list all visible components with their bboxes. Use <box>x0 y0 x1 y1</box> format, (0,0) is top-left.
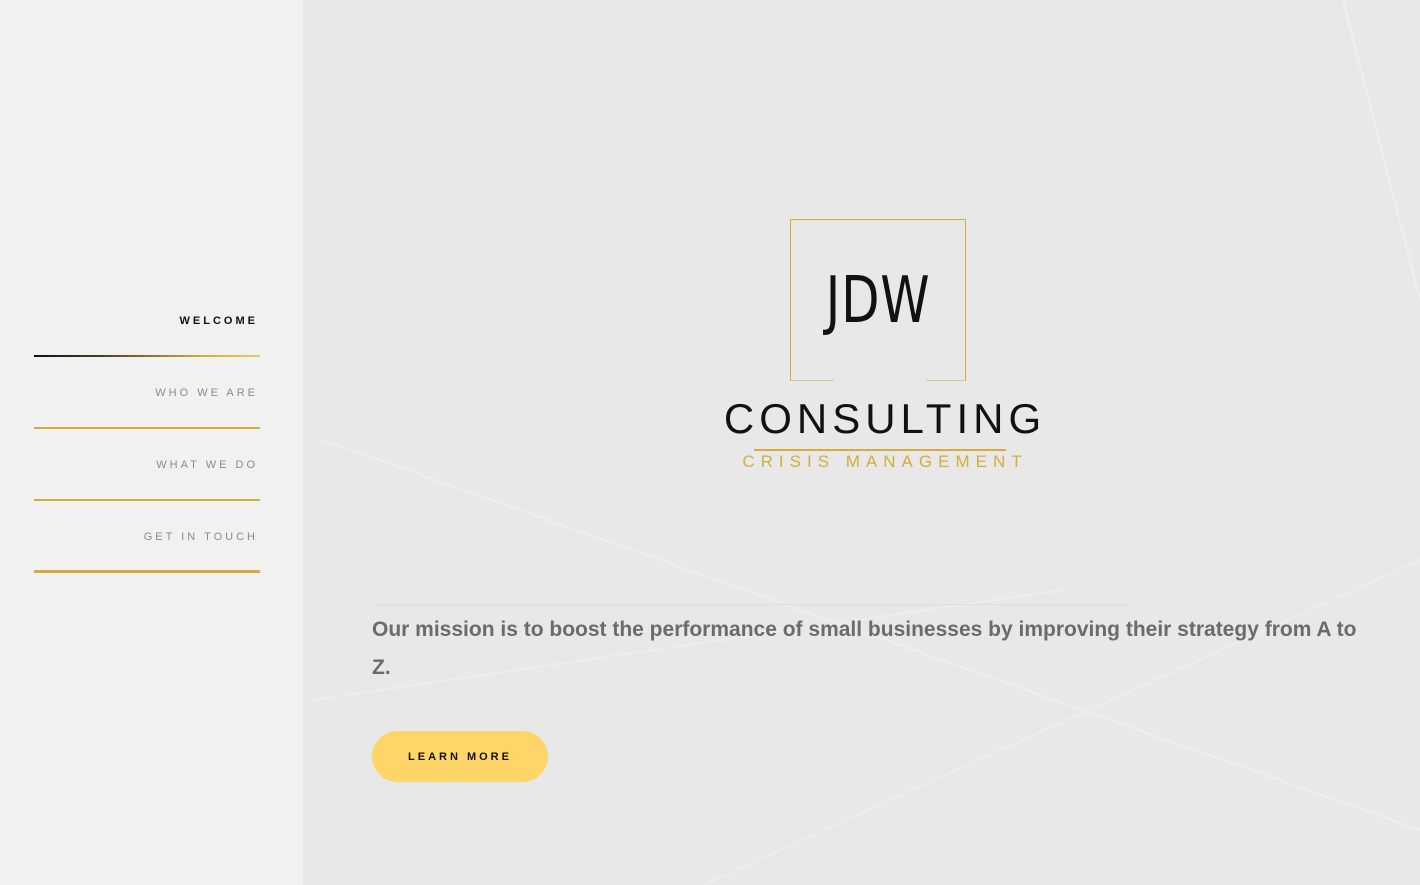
logo-tagline: CRISIS MANAGEMENT <box>742 452 1028 471</box>
sidebar-item-label: WELCOME <box>179 315 258 327</box>
learn-more-button[interactable]: LEARN MORE <box>372 731 548 782</box>
sidebar-item-who-we-are[interactable]: WHO WE ARE <box>34 387 260 429</box>
page: WELCOME WHO WE ARE WHAT WE DO GET IN TOU… <box>0 0 1420 885</box>
mission-divider <box>372 604 1132 605</box>
logo-underline <box>754 449 1006 451</box>
logo-name: CONSULTING <box>723 395 1047 442</box>
sidebar-item-label: WHAT WE DO <box>156 459 258 471</box>
sidebar-item-underline <box>34 355 260 357</box>
sidebar-item-get-in-touch[interactable]: GET IN TOUCH <box>34 531 260 573</box>
logo-initials: JDW <box>825 264 931 338</box>
sidebar-item-label: WHO WE ARE <box>155 387 258 399</box>
sidebar-item-label: GET IN TOUCH <box>143 531 258 543</box>
company-logo: JDW CONSULTING CRISIS MANAGEMENT <box>720 215 1050 485</box>
sidebar-nav: WELCOME WHO WE ARE WHAT WE DO GET IN TOU… <box>0 0 303 885</box>
sidebar-item-underline <box>34 499 260 501</box>
sidebar-item-underline <box>34 570 260 573</box>
sidebar-item-what-we-do[interactable]: WHAT WE DO <box>34 459 260 501</box>
mission-statement: Our mission is to boost the performance … <box>372 618 1357 679</box>
sidebar-item-welcome[interactable]: WELCOME <box>34 315 260 357</box>
sidebar-item-underline <box>34 427 260 429</box>
